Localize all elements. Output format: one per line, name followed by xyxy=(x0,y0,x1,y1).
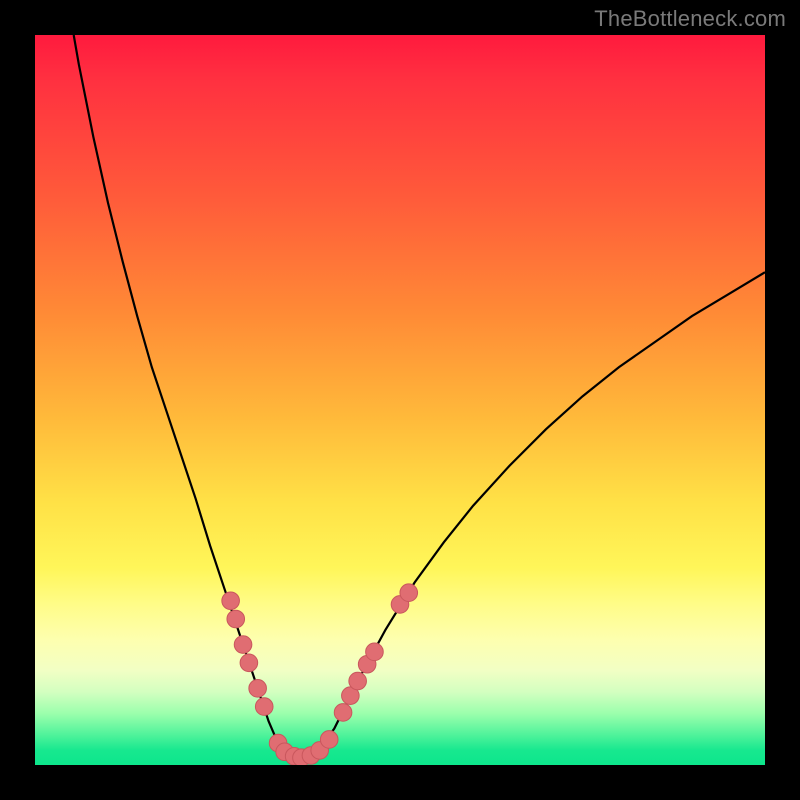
data-point xyxy=(227,610,245,628)
data-point xyxy=(349,672,367,690)
data-point xyxy=(234,636,252,654)
data-point xyxy=(400,584,418,602)
data-point xyxy=(240,654,258,672)
chart-frame: TheBottleneck.com xyxy=(0,0,800,800)
plot-area xyxy=(35,35,765,765)
data-point xyxy=(320,731,338,749)
data-point xyxy=(366,643,384,661)
data-point xyxy=(334,704,352,722)
highlighted-points-group xyxy=(222,584,418,765)
bottleneck-curve xyxy=(74,35,765,758)
watermark-text: TheBottleneck.com xyxy=(594,6,786,32)
data-point xyxy=(255,698,273,716)
data-point xyxy=(249,680,267,698)
chart-svg xyxy=(35,35,765,765)
data-point xyxy=(222,592,240,610)
